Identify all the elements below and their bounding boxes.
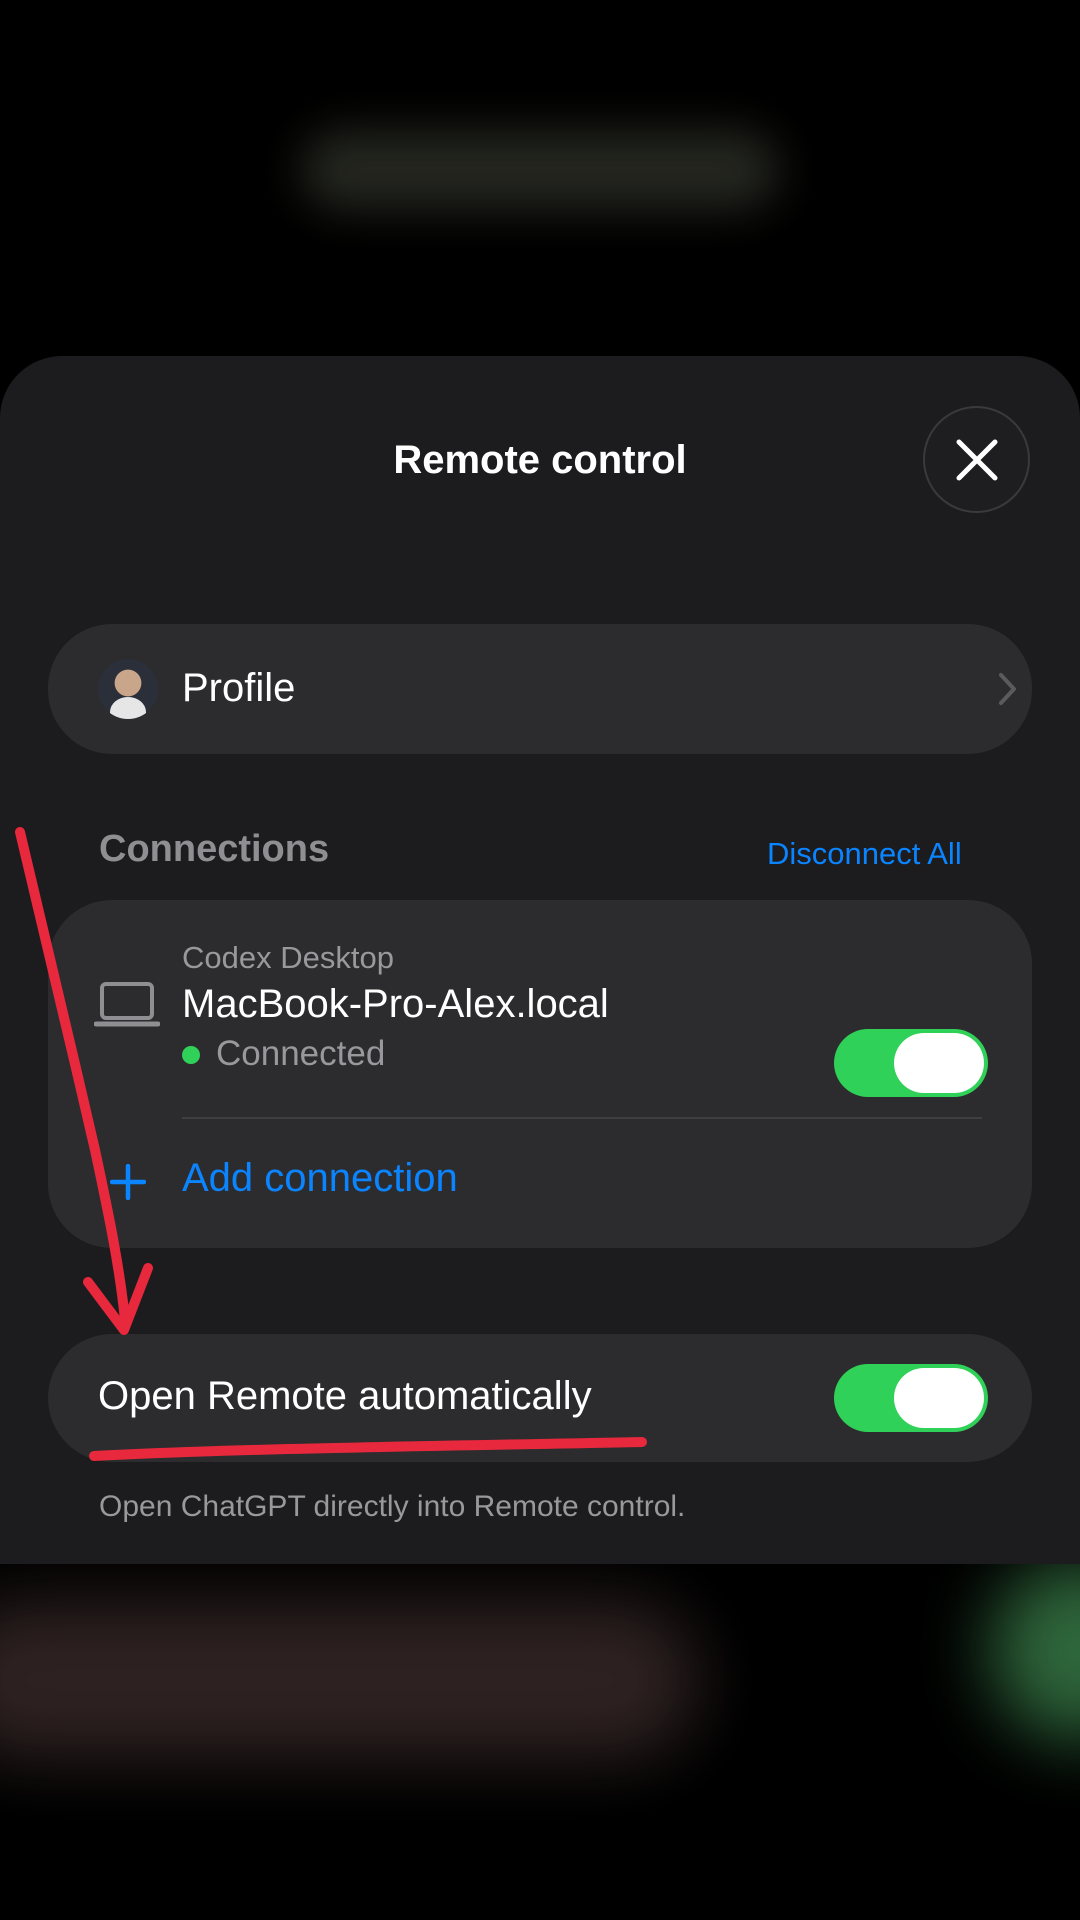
connections-header: Connections	[99, 828, 330, 870]
remote-control-sheet: Remote control Profile Connections Disco…	[0, 356, 1080, 1564]
connected-status-dot	[182, 1046, 200, 1064]
device-kind: Codex Desktop	[182, 940, 394, 975]
device-name: MacBook-Pro-Alex.local	[182, 982, 609, 1026]
open-remote-automatically-label: Open Remote automatically	[98, 1374, 592, 1418]
profile-label: Profile	[182, 666, 296, 710]
disconnect-all-button[interactable]: Disconnect All	[767, 836, 962, 872]
connection-status: Connected	[216, 1034, 386, 1073]
avatar	[98, 659, 158, 719]
toggle-knob	[894, 1033, 984, 1093]
auto-open-note: Open ChatGPT directly into Remote contro…	[99, 1490, 686, 1523]
close-button[interactable]	[923, 406, 1030, 513]
open-remote-automatically-row: Open Remote automatically	[48, 1334, 1032, 1462]
sheet-title: Remote control	[393, 438, 687, 482]
blurred-background-top	[300, 130, 780, 210]
connection-toggle[interactable]	[834, 1029, 988, 1097]
plus-icon	[110, 1164, 146, 1200]
add-connection-button[interactable]: Add connection	[182, 1156, 458, 1201]
chevron-right-icon	[999, 673, 1016, 705]
divider	[182, 1117, 982, 1119]
laptop-icon	[94, 982, 160, 1027]
toggle-knob	[894, 1368, 984, 1428]
blurred-background-bottom-right	[990, 1560, 1080, 1740]
blurred-background-bottom-left	[0, 1600, 700, 1760]
profile-row[interactable]: Profile	[48, 624, 1032, 754]
connections-card: Codex Desktop MacBook-Pro-Alex.local Con…	[48, 900, 1032, 1248]
close-icon	[956, 439, 997, 480]
open-remote-automatically-toggle[interactable]	[834, 1364, 988, 1432]
screen: Remote control Profile Connections Disco…	[0, 0, 1080, 1920]
